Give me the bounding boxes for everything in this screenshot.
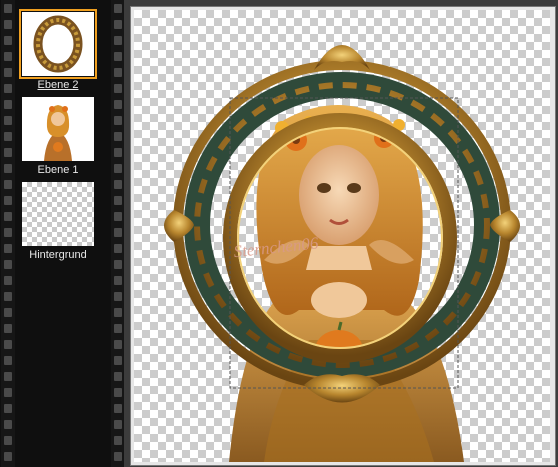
film-perforation-hole (114, 228, 122, 237)
film-perforation-hole (4, 84, 12, 93)
film-perforation-left (1, 0, 15, 467)
film-perforation-hole (114, 36, 122, 45)
transparent-checker-icon[interactable] (22, 182, 94, 246)
film-perforation-hole (4, 244, 12, 253)
film-perforation-hole (114, 356, 122, 365)
film-perforation-hole (114, 212, 122, 221)
film-perforation-hole (4, 148, 12, 157)
film-perforation-hole (4, 180, 12, 189)
layer-label[interactable]: Ebene 1 (18, 163, 98, 177)
film-perforation-hole (4, 292, 12, 301)
image-canvas[interactable]: Sternchen06 (134, 10, 550, 462)
film-perforation-hole (4, 452, 12, 461)
layer-item-ebene-2[interactable]: Ebene 2 (18, 9, 110, 92)
film-perforation-hole (4, 196, 12, 205)
film-perforation-hole (114, 420, 122, 429)
film-perforation-hole (114, 292, 122, 301)
layer-item-hintergrund[interactable]: Hintergrund (18, 182, 110, 262)
film-perforation-hole (114, 68, 122, 77)
film-perforation-hole (114, 388, 122, 397)
film-perforation-hole (114, 4, 122, 13)
film-perforation-hole (114, 452, 122, 461)
film-perforation-hole (114, 100, 122, 109)
film-perforation-hole (4, 4, 12, 13)
film-perforation-hole (4, 68, 12, 77)
canvas-frame: Sternchen06 (130, 6, 556, 466)
film-perforation-hole (114, 132, 122, 141)
layer-item-ebene-1[interactable]: Ebene 1 (18, 97, 110, 177)
film-perforation-hole (4, 212, 12, 221)
film-perforation-hole (4, 308, 12, 317)
film-perforation-hole (114, 260, 122, 269)
film-perforation-hole (114, 372, 122, 381)
film-perforation-hole (114, 180, 122, 189)
film-perforation-hole (4, 420, 12, 429)
film-perforation-hole (114, 52, 122, 61)
film-perforation-hole (114, 308, 122, 317)
layer-thumbnail-ebene-2[interactable] (19, 9, 97, 79)
film-perforation-hole (4, 164, 12, 173)
film-perforation-hole (114, 116, 122, 125)
film-perforation-hole (4, 260, 12, 269)
artwork: Sternchen06 (164, 45, 520, 462)
film-perforation-hole (4, 436, 12, 445)
film-perforation-hole (4, 356, 12, 365)
layer-label[interactable]: Hintergrund (18, 248, 98, 262)
film-perforation-hole (114, 276, 122, 285)
layer-thumbnail-ebene-1[interactable] (22, 97, 94, 161)
film-perforation-hole (114, 164, 122, 173)
canvas-area: Sternchen06 (124, 0, 558, 467)
film-perforation-hole (4, 404, 12, 413)
film-perforation-hole (114, 404, 122, 413)
film-perforation-hole (4, 228, 12, 237)
film-perforation-hole (114, 324, 122, 333)
film-perforation-hole (114, 84, 122, 93)
layer-label[interactable]: Ebene 2 (18, 78, 98, 92)
film-perforation-hole (114, 196, 122, 205)
film-perforation-hole (4, 372, 12, 381)
film-perforation-hole (4, 20, 12, 29)
wreath-icon (33, 15, 83, 73)
film-perforation-hole (4, 276, 12, 285)
film-perforation-hole (114, 340, 122, 349)
film-perforation-right (111, 0, 125, 467)
film-perforation-hole (4, 340, 12, 349)
film-perforation-hole (114, 20, 122, 29)
film-perforation-hole (114, 244, 122, 253)
layers-panel: Ebene 2 Ebene 1 Hintergrund (0, 0, 125, 467)
film-perforation-hole (4, 388, 12, 397)
film-perforation-hole (4, 132, 12, 141)
film-perforation-hole (4, 100, 12, 109)
film-perforation-hole (4, 116, 12, 125)
film-perforation-hole (114, 436, 122, 445)
film-perforation-hole (4, 324, 12, 333)
woman-figure-icon (44, 105, 72, 161)
film-perforation-hole (114, 148, 122, 157)
film-perforation-hole (4, 36, 12, 45)
film-perforation-hole (4, 52, 12, 61)
